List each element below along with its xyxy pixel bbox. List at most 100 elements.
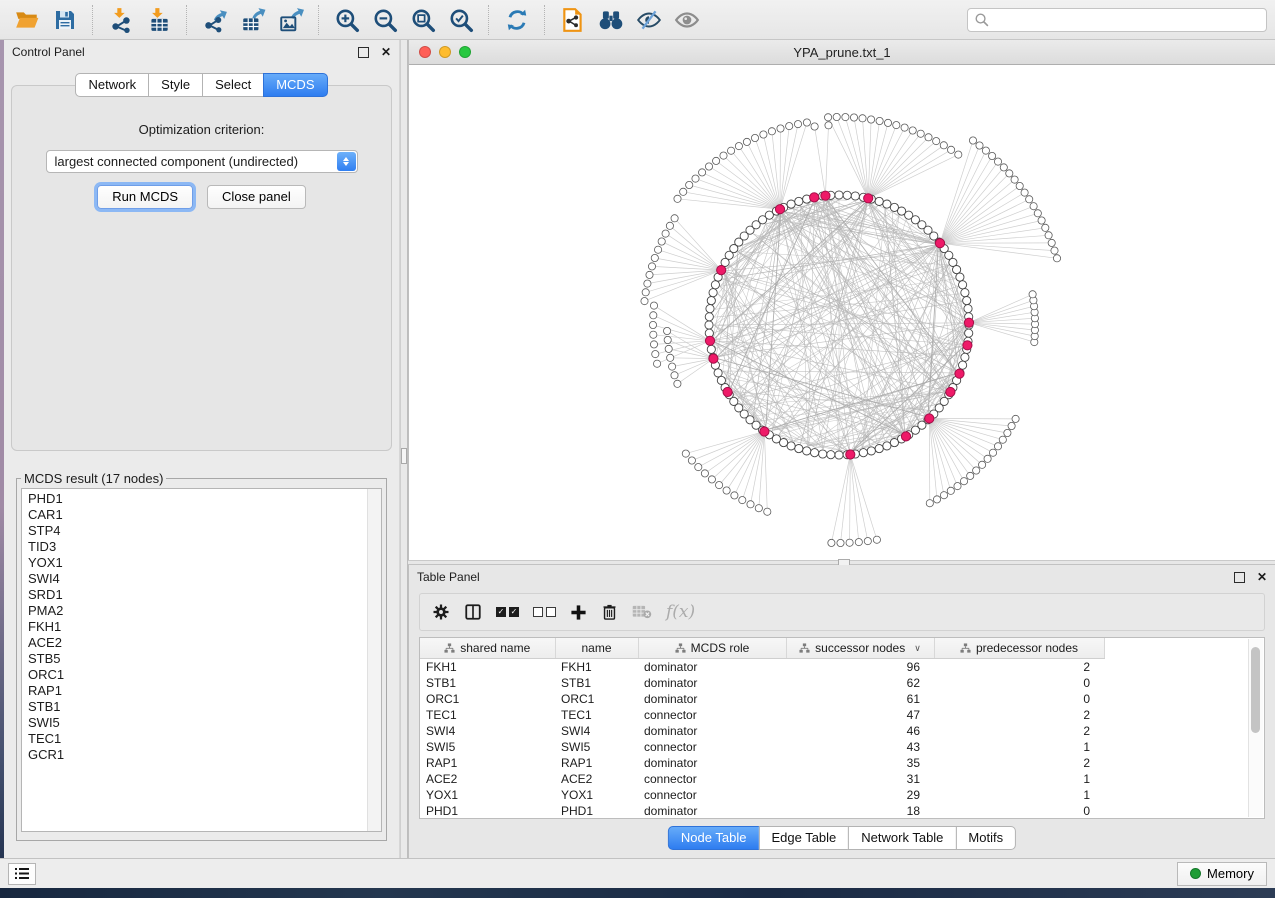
network-node[interactable] — [713, 157, 720, 164]
network-node[interactable] — [940, 492, 947, 499]
network-node[interactable] — [651, 254, 658, 261]
network-window-titlebar[interactable]: YPA_prune.txt_1 — [409, 40, 1275, 65]
network-node[interactable] — [842, 114, 849, 121]
hide-bird-eye-view-button[interactable] — [632, 4, 666, 36]
network-node[interactable] — [940, 142, 947, 149]
network-node[interactable] — [655, 246, 662, 253]
network-node[interactable] — [652, 351, 659, 358]
mcds-list-item[interactable]: YOX1 — [28, 555, 381, 571]
mcds-list-item[interactable]: FKH1 — [28, 619, 381, 635]
node-table[interactable]: shared name name MCDS role successor nod… — [419, 637, 1265, 819]
network-node-mcds[interactable] — [717, 266, 726, 275]
network-node[interactable] — [925, 134, 932, 141]
network-node[interactable] — [650, 341, 657, 348]
network-node[interactable] — [960, 478, 967, 485]
delete-column-button[interactable] — [599, 601, 620, 623]
network-node[interactable] — [764, 508, 771, 515]
splitter-grip[interactable] — [401, 448, 407, 464]
import-public-network-button[interactable] — [556, 4, 590, 36]
tab-node-table[interactable]: Node Table — [668, 826, 760, 850]
table-scrollbar[interactable] — [1248, 639, 1263, 817]
mcds-list-item[interactable]: ACE2 — [28, 635, 381, 651]
table-row[interactable]: ACE2ACE2connector311 — [420, 771, 1104, 787]
zoom-in-button[interactable] — [330, 4, 364, 36]
network-node[interactable] — [965, 329, 973, 337]
network-node[interactable] — [649, 321, 656, 328]
network-node[interactable] — [671, 215, 678, 222]
network-node[interactable] — [688, 457, 695, 464]
network-node[interactable] — [682, 450, 689, 457]
table-row[interactable]: RAP1RAP1dominator352 — [420, 755, 1104, 771]
network-node[interactable] — [665, 345, 672, 352]
network-node[interactable] — [794, 121, 801, 128]
network-node[interactable] — [1053, 255, 1060, 262]
network-node[interactable] — [760, 131, 767, 138]
network-node[interactable] — [671, 372, 678, 379]
global-search-box[interactable] — [967, 8, 1267, 32]
network-node[interactable] — [828, 539, 835, 546]
network-node[interactable] — [855, 539, 862, 546]
apply-function-button[interactable]: f(x) — [664, 600, 697, 624]
network-node[interactable] — [825, 114, 832, 121]
network-node[interactable] — [669, 363, 676, 370]
import-network-button[interactable] — [104, 4, 138, 36]
network-node[interactable] — [705, 163, 712, 170]
network-node[interactable] — [644, 280, 651, 287]
network-node[interactable] — [859, 449, 867, 457]
network-node[interactable] — [731, 492, 738, 499]
close-panel-button[interactable]: ✕ — [1257, 571, 1267, 583]
network-node[interactable] — [1004, 429, 1011, 436]
table-options-button[interactable] — [430, 601, 452, 623]
mcds-list-item[interactable]: SWI5 — [28, 715, 381, 731]
mcds-list-item[interactable]: RAP1 — [28, 683, 381, 699]
memory-button[interactable]: Memory — [1177, 862, 1267, 886]
network-node[interactable] — [777, 125, 784, 132]
network-node[interactable] — [959, 281, 967, 289]
network-node[interactable] — [707, 297, 715, 305]
network-node[interactable] — [1048, 239, 1055, 246]
mcds-list-item[interactable]: ORC1 — [28, 667, 381, 683]
network-node[interactable] — [994, 443, 1001, 450]
network-node[interactable] — [976, 142, 983, 149]
network-node[interactable] — [705, 313, 713, 321]
zoom-fit-button[interactable] — [406, 4, 440, 36]
network-node[interactable] — [648, 263, 655, 270]
network-node[interactable] — [964, 305, 972, 313]
network-node[interactable] — [969, 137, 976, 144]
network-node[interactable] — [708, 476, 715, 483]
network-node[interactable] — [803, 447, 811, 455]
network-node[interactable] — [654, 360, 661, 367]
network-node[interactable] — [787, 442, 795, 450]
network-node[interactable] — [666, 222, 673, 229]
network-node[interactable] — [723, 487, 730, 494]
network-node[interactable] — [768, 128, 775, 135]
mcds-list-item[interactable]: GCR1 — [28, 747, 381, 763]
zoom-out-button[interactable] — [368, 4, 402, 36]
network-node[interactable] — [835, 191, 843, 199]
network-node[interactable] — [674, 195, 681, 202]
network-node[interactable] — [875, 197, 883, 205]
select-all-rows-button[interactable]: ✓✓ — [494, 605, 521, 619]
network-node[interactable] — [686, 181, 693, 188]
export-table-button[interactable] — [236, 4, 270, 36]
network-node-mcds[interactable] — [810, 193, 819, 202]
network-node[interactable] — [717, 376, 725, 384]
mcds-list-item[interactable]: PMA2 — [28, 603, 381, 619]
network-node[interactable] — [901, 124, 908, 131]
network-node[interactable] — [835, 451, 843, 459]
network-node[interactable] — [994, 158, 1001, 165]
network-node[interactable] — [851, 192, 859, 200]
run-mcds-button[interactable]: Run MCDS — [97, 185, 193, 209]
criterion-dropdown[interactable]: largest connected component (undirected) — [46, 150, 358, 173]
network-node[interactable] — [864, 538, 871, 545]
mcds-list-item[interactable]: STB5 — [28, 651, 381, 667]
network-node[interactable] — [1034, 210, 1041, 217]
network-node[interactable] — [786, 123, 793, 130]
network-node[interactable] — [1045, 232, 1052, 239]
network-node[interactable] — [701, 470, 708, 477]
network-node-mcds[interactable] — [846, 450, 855, 459]
network-node-mcds[interactable] — [821, 191, 830, 200]
mcds-list-item[interactable]: STB1 — [28, 699, 381, 715]
tab-style[interactable]: Style — [148, 73, 203, 97]
network-node[interactable] — [714, 369, 722, 377]
